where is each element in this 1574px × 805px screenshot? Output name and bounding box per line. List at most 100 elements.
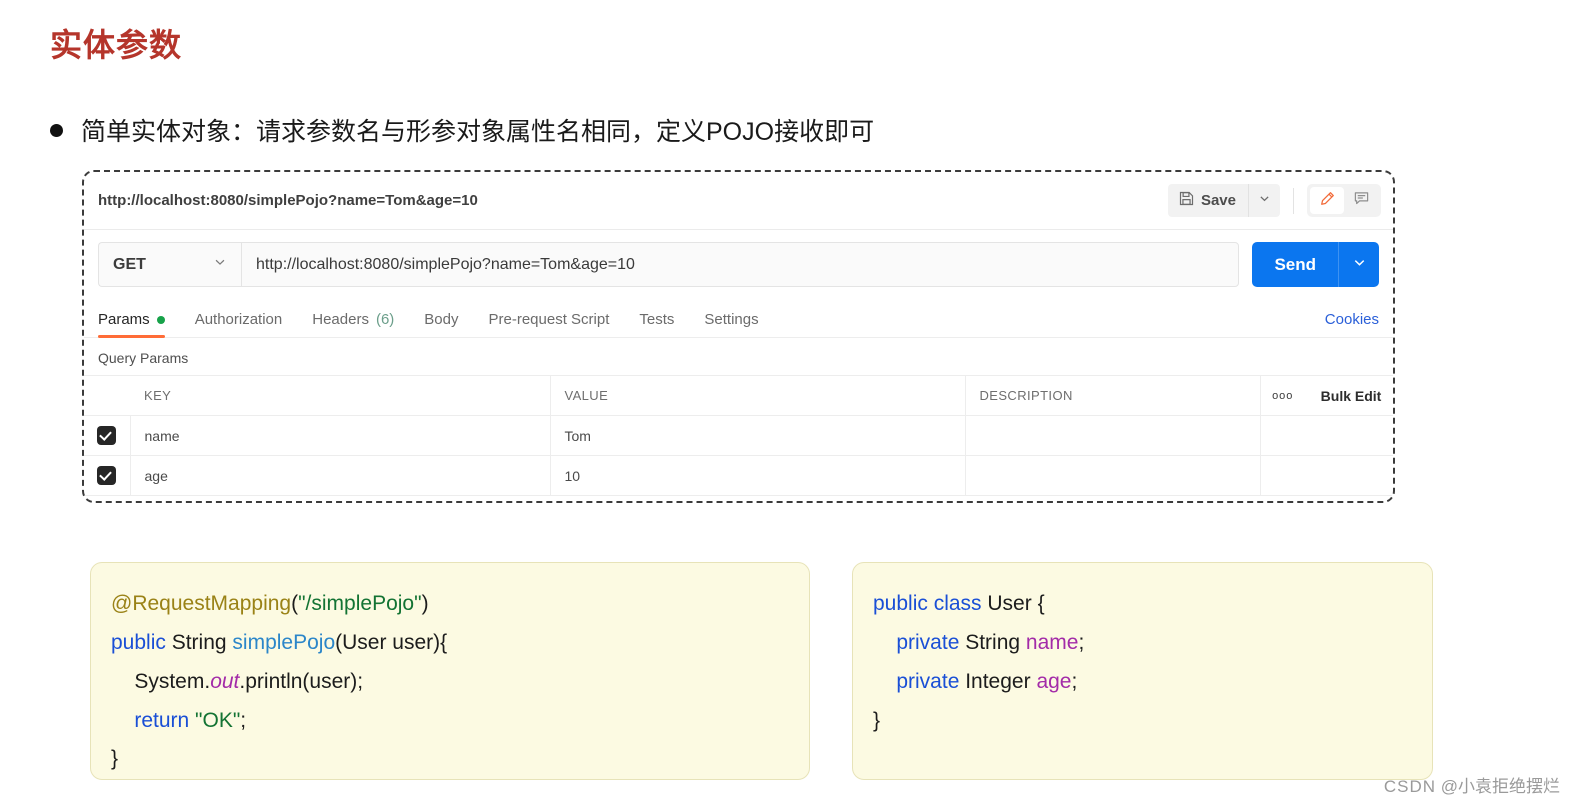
row-more-cell — [1260, 415, 1306, 456]
code-keyword: private — [873, 630, 960, 654]
tab-headers-count: (6) — [375, 311, 395, 328]
code-args: (User user){ — [335, 630, 448, 654]
row-value-cell[interactable]: 10 — [550, 455, 966, 496]
send-button-group[interactable]: Send — [1252, 242, 1379, 287]
code-method-name: simplePojo — [232, 630, 336, 654]
row-key-cell[interactable]: name — [130, 415, 551, 456]
table-row: age 10 — [84, 455, 1393, 496]
cookies-link[interactable]: Cookies — [1325, 311, 1379, 337]
page-title: 实体参数 — [50, 27, 183, 63]
send-dropdown-button[interactable] — [1338, 242, 1379, 287]
code-punct: ) — [421, 592, 429, 615]
comment-icon — [1353, 190, 1370, 212]
code-block-entity: public class User { private String name;… — [852, 562, 1433, 780]
code-keyword: public class — [873, 592, 988, 615]
code-type: String — [165, 630, 233, 654]
save-button-label: Save — [1200, 192, 1236, 209]
request-section-tabs: Params Authorization Headers (6) Body Pr… — [84, 297, 1393, 338]
row-bulk-cell — [1306, 415, 1393, 456]
tab-body-label: Body — [424, 311, 459, 328]
tab-tests[interactable]: Tests — [639, 311, 674, 337]
request-url-value: http://localhost:8080/simplePojo?name=To… — [256, 255, 635, 273]
params-modified-dot-icon — [156, 315, 165, 324]
code-keyword: return — [111, 708, 196, 732]
tab-body[interactable]: Body — [424, 311, 458, 337]
query-params-table: KEY VALUE DESCRIPTION ooo Bulk Edit name… — [84, 375, 1393, 496]
bullet-text: 简单实体对象：请求参数名与形参对象属性名相同，定义POJO接收即可 — [81, 118, 875, 146]
send-button[interactable]: Send — [1252, 242, 1338, 287]
tab-tests-label: Tests — [639, 311, 675, 328]
code-static-field: out — [210, 669, 240, 693]
code-class-name: User { — [987, 592, 1045, 615]
code-keyword: private — [873, 669, 960, 693]
code-keyword: public — [111, 630, 166, 654]
save-button[interactable]: Save — [1168, 184, 1248, 217]
table-header-row: KEY VALUE DESCRIPTION ooo Bulk Edit — [84, 375, 1393, 416]
code-punct: ; — [1078, 630, 1085, 654]
code-field-name: name — [1025, 630, 1079, 654]
row-checkbox-cell[interactable] — [84, 415, 131, 456]
header-description: DESCRIPTION — [965, 375, 1261, 416]
save-dropdown-button[interactable] — [1248, 184, 1280, 217]
tab-params[interactable]: Params — [98, 311, 165, 338]
checkbox-checked-icon[interactable] — [96, 426, 116, 445]
query-params-label: Query Params — [98, 350, 189, 366]
row-checkbox-cell[interactable] — [84, 455, 131, 496]
tab-authorization[interactable]: Authorization — [195, 311, 283, 337]
chevron-down-icon — [213, 255, 227, 274]
code-punct: ; — [240, 708, 247, 732]
view-toggle-group[interactable] — [1307, 184, 1381, 217]
tab-headers-label: Headers — [312, 311, 369, 328]
code-block-controller: @RequestMapping("/simplePojo") public St… — [90, 562, 810, 780]
bullet-dot-icon — [50, 123, 63, 137]
row-value-cell[interactable]: Tom — [550, 415, 966, 456]
code-punct: ; — [1071, 669, 1078, 693]
request-tab-bar: http://localhost:8080/simplePojo?name=To… — [84, 172, 1393, 230]
code-text: System. — [111, 669, 211, 693]
request-url-input[interactable]: http://localhost:8080/simplePojo?name=To… — [241, 242, 1240, 287]
http-method-select[interactable]: GET — [98, 242, 241, 287]
code-text: .println(user); — [239, 669, 364, 693]
bulk-edit-button[interactable]: Bulk Edit — [1306, 375, 1393, 416]
watermark: CSDN @小袁拒绝摆烂 — [1384, 772, 1560, 797]
bullet-row: 简单实体对象：请求参数名与形参对象属性名相同，定义POJO接收即可 — [50, 112, 874, 148]
edit-view-button[interactable] — [1310, 187, 1344, 214]
save-button-group[interactable]: Save — [1167, 184, 1280, 217]
code-annotation: @RequestMapping — [111, 592, 292, 615]
code-type: String — [959, 630, 1026, 654]
tab-headers[interactable]: Headers (6) — [312, 311, 394, 337]
tab-authorization-label: Authorization — [194, 311, 283, 328]
comment-view-button[interactable] — [1344, 187, 1378, 214]
header-key: KEY — [130, 375, 551, 416]
header-checkbox-cell — [84, 375, 130, 416]
pencil-icon — [1319, 190, 1336, 212]
http-method-value: GET — [113, 255, 146, 273]
code-type: Integer — [959, 669, 1037, 693]
row-description-cell[interactable] — [965, 455, 1261, 496]
code-punct: } — [873, 708, 881, 732]
chevron-down-icon — [1258, 192, 1271, 210]
tab-params-label: Params — [98, 311, 150, 328]
code-string: "/simplePojo" — [298, 592, 422, 615]
watermark-brand: CSDN — [1383, 777, 1436, 796]
row-key-cell[interactable]: age — [130, 455, 551, 496]
tab-settings[interactable]: Settings — [704, 311, 758, 337]
checkbox-checked-icon[interactable] — [96, 466, 116, 485]
tab-settings-label: Settings — [704, 311, 759, 328]
tab-pre-request-script[interactable]: Pre-request Script — [489, 311, 610, 337]
row-description-cell[interactable] — [965, 415, 1261, 456]
floppy-disk-icon — [1179, 191, 1194, 210]
toolbar-divider — [1293, 187, 1294, 214]
postman-screenshot: http://localhost:8080/simplePojo?name=To… — [82, 170, 1395, 503]
chevron-down-icon — [1352, 255, 1367, 275]
header-value: VALUE — [550, 375, 966, 416]
code-field-name: age — [1036, 669, 1072, 693]
request-tab-title: http://localhost:8080/simplePojo?name=To… — [98, 192, 478, 209]
table-row: name Tom — [84, 415, 1393, 456]
row-bulk-cell — [1306, 455, 1393, 496]
request-url-row: GET http://localhost:8080/simplePojo?nam… — [84, 230, 1393, 297]
code-punct: } — [111, 747, 119, 771]
watermark-author: @小袁拒绝摆烂 — [1440, 777, 1560, 796]
tab-pre-request-script-label: Pre-request Script — [488, 311, 610, 328]
more-options-icon[interactable]: ooo — [1260, 375, 1306, 416]
